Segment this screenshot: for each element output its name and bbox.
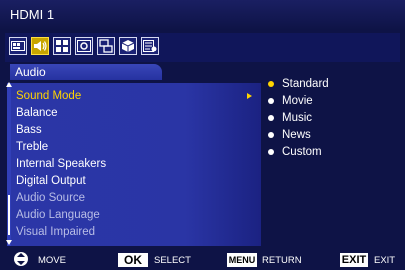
- radio-dot-icon: [268, 149, 274, 155]
- section-title: Audio: [10, 64, 162, 80]
- menu-item-label: Balance: [16, 107, 58, 119]
- network-icon[interactable]: [97, 37, 115, 55]
- option-label: Standard: [282, 78, 329, 90]
- menu-item-digital-output[interactable]: Digital Output: [16, 173, 260, 189]
- radio-dot-icon: [268, 98, 274, 104]
- select-hint-label: SELECT: [154, 255, 191, 266]
- source-title: HDMI 1: [10, 7, 55, 22]
- ok-key-icon: OK: [118, 253, 148, 267]
- option-label: Movie: [282, 95, 313, 107]
- menu-item-sound-mode[interactable]: Sound Mode: [16, 88, 260, 104]
- menu-key-icon: MENU: [227, 253, 257, 267]
- menu-item-treble[interactable]: Treble: [16, 139, 260, 155]
- menu-item-label: Treble: [16, 141, 49, 153]
- move-hint-label: MOVE: [38, 255, 66, 266]
- menu-item-label: Bass: [16, 124, 42, 136]
- option-label: Custom: [282, 146, 322, 158]
- box-icon[interactable]: [119, 37, 137, 55]
- grid-icon[interactable]: [53, 37, 71, 55]
- submenu-arrow-icon: [247, 93, 252, 99]
- option-custom[interactable]: Custom: [268, 144, 322, 160]
- menu-item-label: Audio Source: [16, 192, 86, 204]
- return-hint-label: RETURN: [262, 255, 302, 266]
- menu-item-label: Visual Impaired: [16, 226, 96, 238]
- category-icon-bar: [5, 33, 400, 62]
- option-news[interactable]: News: [268, 127, 311, 143]
- menu-item-visual-impaired[interactable]: Visual Impaired: [16, 224, 260, 240]
- radio-dot-icon: [268, 132, 274, 138]
- audio-speaker-icon[interactable]: [31, 37, 49, 55]
- list-icon[interactable]: [141, 37, 159, 55]
- menu-item-balance[interactable]: Balance: [16, 105, 260, 121]
- scroll-up-icon[interactable]: [6, 82, 12, 87]
- picture-icon[interactable]: [9, 37, 27, 55]
- radio-dot-icon: [268, 115, 274, 121]
- option-standard[interactable]: Standard: [268, 76, 329, 92]
- exit-hint-label: EXIT: [374, 255, 396, 266]
- radio-dot-icon: [268, 81, 274, 87]
- option-label: News: [282, 129, 311, 141]
- option-music[interactable]: Music: [268, 110, 312, 126]
- menu-item-label: Internal Speakers: [16, 158, 107, 170]
- option-movie[interactable]: Movie: [268, 93, 313, 109]
- exit-key-icon: EXIT: [340, 253, 368, 267]
- menu-item-internal-speakers[interactable]: Internal Speakers: [16, 156, 260, 172]
- dpad-move-icon: [14, 252, 28, 266]
- menu-item-label: Digital Output: [16, 175, 86, 187]
- menu-item-bass[interactable]: Bass: [16, 122, 260, 138]
- scrollbar-thumb[interactable]: [8, 195, 10, 235]
- menu-item-label: Sound Mode: [16, 90, 82, 102]
- menu-item-audio-language[interactable]: Audio Language: [16, 207, 260, 223]
- scroll-down-icon[interactable]: [6, 240, 12, 245]
- settings-icon[interactable]: [75, 37, 93, 55]
- menu-item-audio-source[interactable]: Audio Source: [16, 190, 260, 206]
- menu-item-label: Audio Language: [16, 209, 100, 221]
- title-bar: HDMI 1: [0, 0, 405, 30]
- option-label: Music: [282, 112, 313, 124]
